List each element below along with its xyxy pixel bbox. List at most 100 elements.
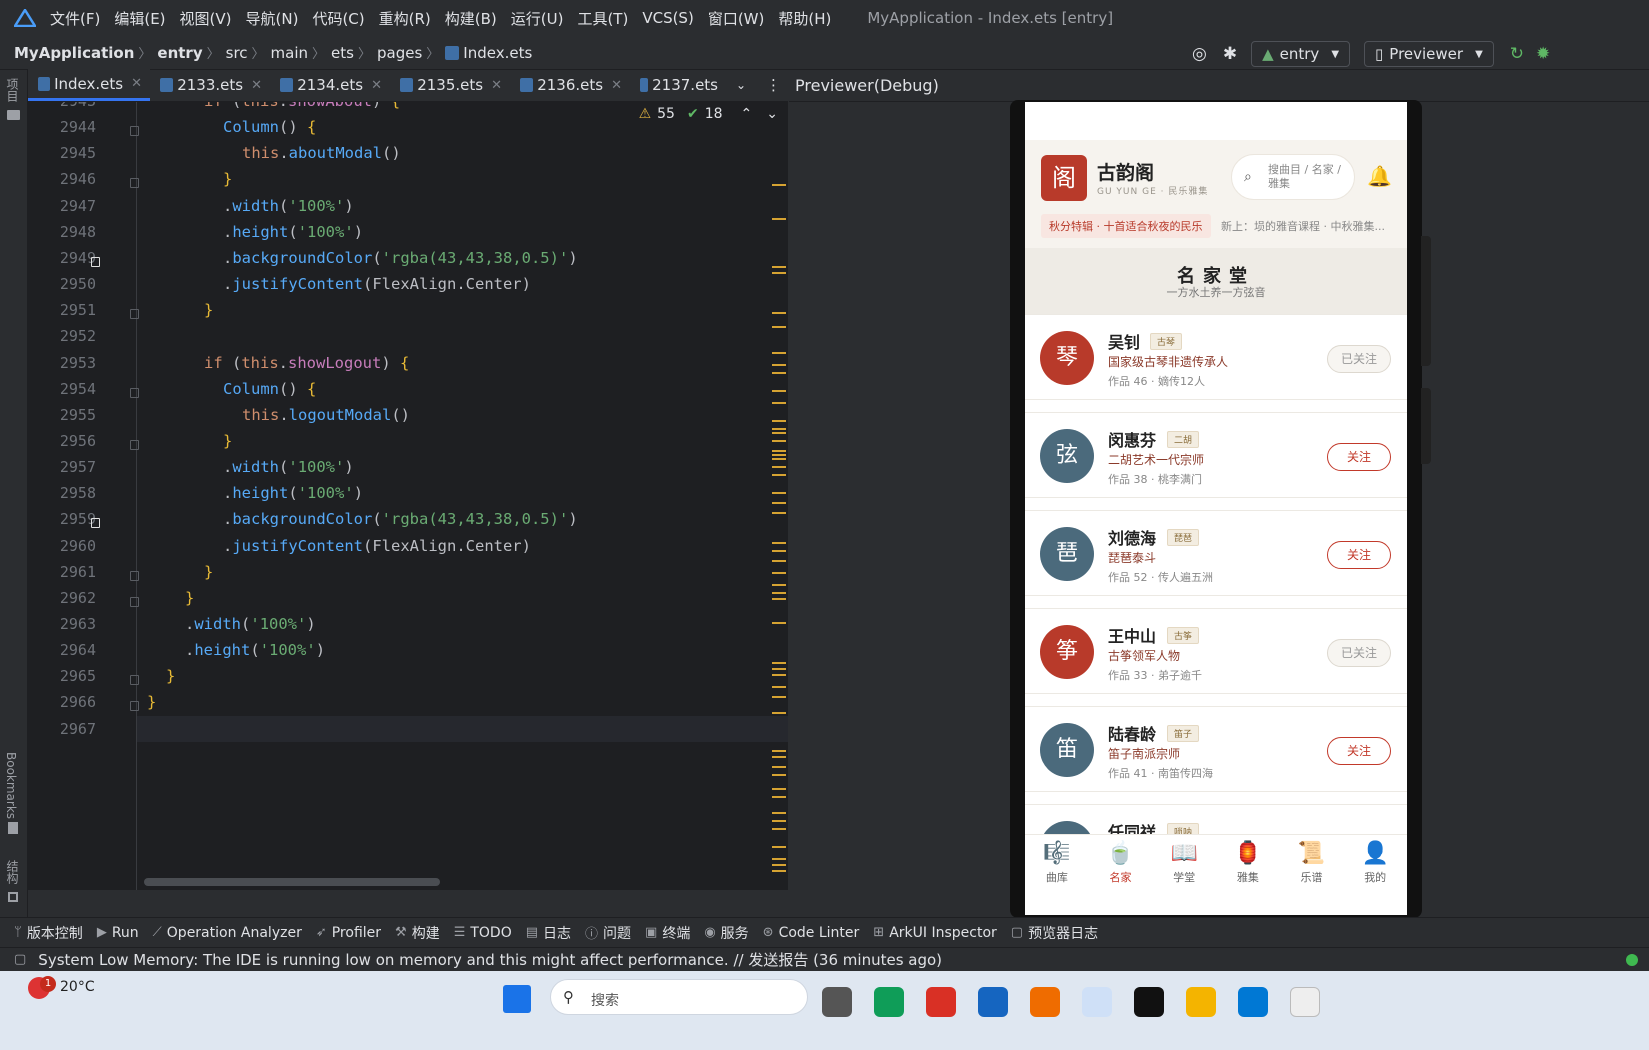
tabs-overflow-button[interactable]: ⌄ [726,69,756,101]
warning-marker[interactable] [772,402,786,404]
tool-previewer-log[interactable]: ▢ 预览器日志 [1011,923,1098,943]
fold-icon[interactable] [130,309,139,320]
tool-problems[interactable]: ⓘ 问题 [585,923,631,943]
menu-run[interactable]: 运行(U) [511,8,564,29]
fold-icon[interactable] [130,126,139,137]
warning-marker[interactable] [772,550,786,552]
tab-masters[interactable]: 🍵 名家 [1089,835,1153,894]
tab-school[interactable]: 📖 学堂 [1152,835,1216,894]
follow-button[interactable]: 关注 [1327,443,1391,471]
tool-run[interactable]: ▶ Run [97,925,139,941]
warning-marker[interactable] [772,668,786,670]
tool-profiler[interactable]: ➶ Profiler [316,925,381,941]
warning-marker[interactable] [772,428,786,430]
tab-2135[interactable]: 2135.ets ✕ [390,69,510,101]
warning-marker[interactable] [772,584,786,586]
fold-icon[interactable] [130,675,139,686]
fold-icon[interactable] [130,570,139,581]
code-line[interactable]: .width('100%') [223,458,354,476]
code-editor[interactable]: 2943 2944 2945 2946 2947 2948 2949 2950 2951 2952… [28,102,788,890]
taskbar-search[interactable]: ⚲ 搜索 [550,979,808,1015]
warning-marker[interactable] [772,272,786,274]
warning-marker[interactable] [772,492,786,494]
warning-marker[interactable] [772,466,786,468]
tab-scores[interactable]: 📜 乐谱 [1280,835,1344,894]
warning-marker[interactable] [772,352,786,354]
warning-marker[interactable] [772,572,786,574]
warning-marker[interactable] [772,820,786,822]
warning-marker[interactable] [772,598,786,600]
inspection-widget[interactable]: ⚠ 55 ✔ 18 ⌃ ⌄ [639,106,778,122]
warning-marker[interactable] [772,266,786,268]
warning-marker[interactable] [772,828,786,830]
edge-icon[interactable] [874,987,904,1017]
tool-services[interactable]: ◉ 服务 [704,923,748,943]
tool-log[interactable]: ▤ 日志 [526,923,571,943]
warning-marker[interactable] [772,432,786,434]
structure-icon[interactable] [8,892,18,902]
folder-icon[interactable] [7,110,20,120]
tool-operation-analyzer[interactable]: ⟋ Operation Analyzer [153,925,302,941]
breadcrumb-pages[interactable]: pages [377,44,422,62]
code-line[interactable]: .height('100%') [223,484,363,502]
menu-code[interactable]: 代码(C) [312,8,364,29]
warning-marker[interactable] [772,440,786,442]
code-line[interactable]: } [223,170,232,188]
follow-button[interactable]: 关注 [1327,737,1391,765]
warning-marker[interactable] [772,218,786,220]
close-icon[interactable]: ✕ [491,78,502,93]
menu-build[interactable]: 构建(B) [445,8,497,29]
tool-arkui-inspector[interactable]: ⊞ ArkUI Inspector [873,925,996,941]
follow-button[interactable]: 已关注 [1327,639,1391,667]
menu-vcs[interactable]: VCS(S) [642,9,693,27]
code-line[interactable]: if (this.showLogout) { [204,354,409,372]
code-line[interactable]: Column() { [223,380,316,398]
warning-marker[interactable] [772,512,786,514]
news-ticker[interactable]: 新上：埙的雅音课程 · 中秋雅集... [1221,218,1391,234]
warning-marker[interactable] [772,696,786,698]
tab-2134[interactable]: 2134.ets ✕ [270,69,390,101]
code-line[interactable]: .justifyContent(FlexAlign.Center) [223,275,531,293]
menu-navigate[interactable]: 导航(N) [246,8,299,29]
close-icon[interactable]: ✕ [251,78,262,93]
code-line[interactable]: if (this.showAbout) { [204,102,400,110]
warning-marker[interactable] [772,662,786,664]
settings-icon[interactable]: ✹ [1536,44,1550,64]
code-line[interactable]: .width('100%') [223,197,354,215]
code-line[interactable]: .justifyContent(FlexAlign.Center) [223,537,531,555]
tab-gathering[interactable]: 🏮 雅集 [1216,835,1280,894]
warning-marker[interactable] [772,812,786,814]
warning-marker[interactable] [772,870,786,872]
warning-marker[interactable] [772,372,786,374]
code-line[interactable]: Column() { [223,118,316,136]
code-line[interactable]: } [204,301,213,319]
warning-marker[interactable] [772,502,786,504]
warning-marker[interactable] [772,450,786,452]
warning-marker[interactable] [772,864,786,866]
app-icon[interactable] [1030,987,1060,1017]
warning-marker[interactable] [772,796,786,798]
tab-library[interactable]: 🎼 曲库 [1025,835,1089,894]
code-line[interactable]: .backgroundColor('rgba(43,43,38,0.5)') [223,510,578,528]
close-icon[interactable]: ✕ [611,78,622,93]
qq-icon[interactable] [1134,987,1164,1017]
tool-todo[interactable]: ☰ TODO [454,925,512,941]
chevron-up-icon[interactable]: ⌃ [741,106,753,122]
warning-marker[interactable] [772,774,786,776]
vscode-icon[interactable] [1238,987,1268,1017]
tab-profile[interactable]: 👤 我的 [1343,835,1407,894]
warning-marker[interactable] [772,474,786,476]
tab-2133[interactable]: 2133.ets ✕ [150,69,270,101]
follow-button[interactable]: 已关注 [1327,345,1391,373]
code-line[interactable]: .height('100%') [223,223,363,241]
code-line[interactable]: } [147,693,156,711]
app-icon[interactable] [978,987,1008,1017]
bookmarks-tool-label[interactable]: Bookmarks [4,752,18,819]
tab-2137[interactable]: 2137.ets [630,69,726,101]
breadcrumb-src[interactable]: src [226,44,248,62]
search-input[interactable]: ⌕ 搜曲目 / 名家 / 雅集 [1231,154,1355,200]
warning-marker[interactable] [772,622,786,624]
bug-icon[interactable]: ✱ [1223,44,1237,64]
color-swatch-icon[interactable] [91,256,100,267]
fold-icon[interactable] [130,701,139,712]
